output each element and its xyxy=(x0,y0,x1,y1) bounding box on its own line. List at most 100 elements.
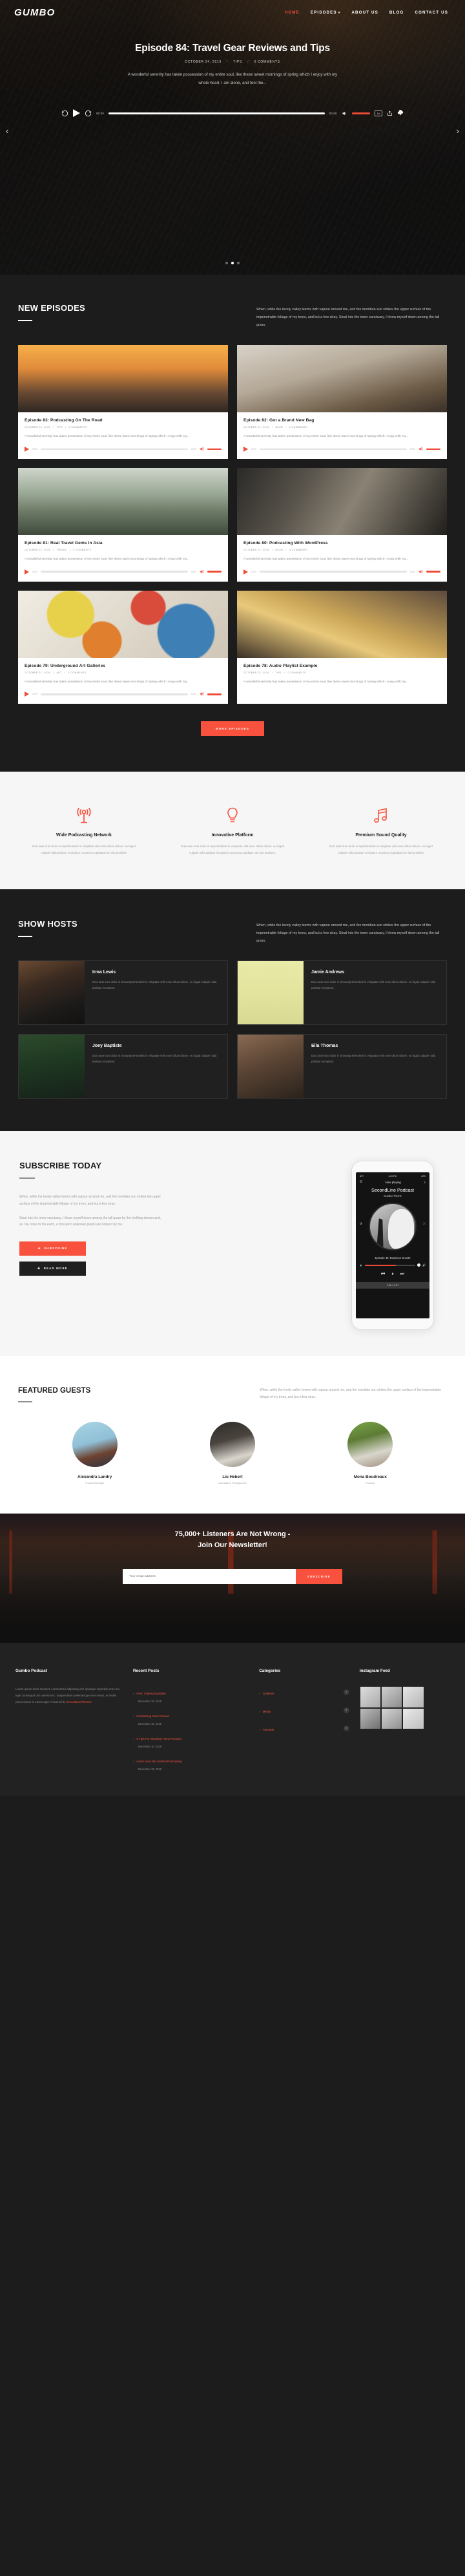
next-track-icon[interactable]: ⏭ xyxy=(400,1272,404,1277)
episode-title[interactable]: Episode 80: Podcasting With WordPress xyxy=(243,541,440,545)
host-card[interactable]: Ella Thomas Duis aute irure dolor in Sho… xyxy=(237,1034,447,1099)
episode-volume-bar[interactable] xyxy=(207,571,222,573)
episode-title[interactable]: Episode 83: Podcasting On The Road xyxy=(25,418,222,423)
site-logo[interactable]: GUMBO xyxy=(14,7,56,18)
episode-title[interactable]: Episode 81: Real Travel Gems In Asia xyxy=(25,541,222,545)
phone-progress-bar[interactable] xyxy=(364,1264,416,1266)
episode-progress-bar[interactable] xyxy=(40,448,188,450)
feature-desc: Duis aute irure dolor in reprehenderit i… xyxy=(32,845,136,854)
host-card[interactable]: Joey Baptiste Duis aute irure dolor in S… xyxy=(18,1034,228,1099)
play-icon[interactable] xyxy=(243,569,248,575)
episode-card[interactable]: Episode 82: Got a Brand New Bag OCTOBER … xyxy=(237,345,447,459)
instagram-thumb[interactable] xyxy=(402,1686,424,1708)
episode-title[interactable]: Episode 79: Underground Art Galleries xyxy=(25,664,222,668)
episode-thumbnail[interactable] xyxy=(18,345,228,413)
episode-volume-bar[interactable] xyxy=(426,571,440,573)
episode-progress-bar[interactable] xyxy=(40,693,188,695)
search-icon[interactable]: ⌕ xyxy=(424,1181,426,1184)
previous-track-icon[interactable]: ⏮ xyxy=(381,1272,385,1277)
nav-item-home[interactable]: HOME xyxy=(285,10,300,15)
hero-category[interactable]: TIPS xyxy=(233,60,242,64)
episode-progress-bar[interactable] xyxy=(259,571,407,573)
episode-volume-bar[interactable] xyxy=(207,693,222,695)
slider-dot-2[interactable] xyxy=(231,262,234,264)
repeat-icon[interactable]: ⟳ xyxy=(360,1222,362,1226)
volume-high-icon: 🔊 xyxy=(422,1263,426,1267)
episode-volume-bar[interactable] xyxy=(207,448,222,450)
nav-item-about-us[interactable]: ABOUT US xyxy=(351,10,378,15)
share-icon[interactable] xyxy=(387,111,393,116)
footer-post-link[interactable]: 5 Tips For Starting A New Podcast xyxy=(136,1737,181,1740)
instagram-thumb[interactable] xyxy=(359,1686,381,1708)
player-progress-bar[interactable] xyxy=(108,112,325,114)
volume-icon[interactable]: ◀)) xyxy=(200,447,204,451)
episode-thumbnail[interactable] xyxy=(237,590,447,658)
volume-icon[interactable]: ◀)) xyxy=(418,447,423,451)
slider-dot-3[interactable] xyxy=(237,262,240,264)
nav-item-blog[interactable]: BLOG xyxy=(389,10,404,15)
instagram-thumb[interactable] xyxy=(402,1707,424,1729)
guest-name: Alexandra Landry xyxy=(78,1475,112,1480)
footer-post-link[interactable]: Post: Gallery Example xyxy=(136,1692,165,1695)
episode-card[interactable]: Episode 78: Audio Playlist Example OCTOB… xyxy=(237,590,447,704)
play-icon[interactable] xyxy=(73,109,80,118)
hero-prev-arrow[interactable]: ‹ xyxy=(6,127,8,135)
instagram-thumb[interactable] xyxy=(359,1707,381,1729)
episode-card[interactable]: Episode 79: Underground Art Galleries OC… xyxy=(18,590,228,704)
host-card[interactable]: Irma Lewis Duis aute irure dolor in Show… xyxy=(18,960,228,1026)
footer-category-link[interactable]: Galleries xyxy=(263,1692,274,1695)
read-more-button[interactable]: ✚ READ MORE xyxy=(19,1262,86,1276)
guest-card[interactable]: Mona Boudreaux Producer xyxy=(302,1422,439,1484)
volume-icon[interactable]: ◀)) xyxy=(418,570,423,574)
guest-card[interactable]: Alexandra Landry Product Manager xyxy=(26,1422,163,1484)
episode-progress-bar[interactable] xyxy=(259,448,407,450)
play-icon[interactable] xyxy=(25,692,29,697)
footer-category-link[interactable]: Media xyxy=(263,1710,271,1713)
play-icon[interactable] xyxy=(25,447,29,452)
hamburger-icon[interactable]: ☰ xyxy=(360,1180,362,1184)
episode-title[interactable]: Episode 82: Got a Brand New Bag xyxy=(243,418,440,423)
feature-item: Innovative Platform Duis aute irure dolo… xyxy=(161,806,304,856)
slider-dot-1[interactable] xyxy=(225,262,228,264)
footer-post-link[interactable]: Learn How We Started Podcasting xyxy=(136,1760,181,1763)
guest-card[interactable]: Liu Hebert Journalist & Photographer xyxy=(163,1422,301,1484)
email-input[interactable] xyxy=(123,1569,296,1585)
newsletter-subscribe-button[interactable]: SUBSCRIBE xyxy=(295,1569,342,1585)
nav-item-episodes[interactable]: EPISODES ▾ xyxy=(311,10,341,15)
footer-category-link[interactable]: Tutorials xyxy=(263,1728,274,1731)
pause-icon[interactable]: ⏸ xyxy=(391,1272,394,1277)
host-card[interactable]: Jamie Andrews Duis aute irure dolor in S… xyxy=(237,960,447,1026)
download-icon[interactable] xyxy=(397,110,404,116)
episode-title[interactable]: Episode 78: Audio Playlist Example xyxy=(243,664,440,668)
phone-status-bar: ATT 4:21 PM 22% xyxy=(356,1172,429,1179)
playback-speed-button[interactable]: 1x xyxy=(374,110,382,116)
footer-powered-link[interactable]: SecondLineThemes xyxy=(67,1700,92,1704)
nav-item-contact-us[interactable]: CONTACT US xyxy=(415,10,448,15)
shuffle-icon[interactable]: ⤫ xyxy=(423,1222,426,1226)
hero-next-arrow[interactable]: › xyxy=(457,127,459,135)
episode-progress-bar[interactable] xyxy=(40,571,188,573)
forward-icon[interactable] xyxy=(85,110,92,117)
play-icon[interactable] xyxy=(25,569,29,575)
hero-comments[interactable]: 0 COMMENTS xyxy=(254,60,280,64)
episode-thumbnail[interactable] xyxy=(18,590,228,658)
player-volume-bar[interactable] xyxy=(351,112,370,115)
volume-icon[interactable] xyxy=(342,111,347,116)
episode-card[interactable]: Episode 81: Real Travel Gems In Asia OCT… xyxy=(18,468,228,582)
episode-thumbnail[interactable] xyxy=(18,468,228,536)
episode-card[interactable]: Episode 80: Podcasting With WordPress OC… xyxy=(237,468,447,582)
episode-thumbnail[interactable] xyxy=(237,345,447,413)
volume-icon[interactable]: ◀)) xyxy=(200,692,204,696)
phone-progress-knob[interactable] xyxy=(417,1263,421,1267)
instagram-thumb[interactable] xyxy=(380,1707,403,1729)
more-episodes-button[interactable]: MORE EPISODES xyxy=(200,721,265,737)
subscribe-button[interactable]: ✚ SUBSCRIBE xyxy=(19,1241,86,1256)
rewind-icon[interactable] xyxy=(61,110,68,117)
play-icon[interactable] xyxy=(243,447,248,452)
episode-card[interactable]: Episode 83: Podcasting On The Road OCTOB… xyxy=(18,345,228,459)
instagram-thumb[interactable] xyxy=(380,1686,403,1708)
episode-volume-bar[interactable] xyxy=(426,448,440,450)
episode-thumbnail[interactable] xyxy=(237,468,447,536)
volume-icon[interactable]: ◀)) xyxy=(200,570,204,574)
footer-post-link[interactable]: Podcasting Gear Review xyxy=(136,1715,169,1718)
